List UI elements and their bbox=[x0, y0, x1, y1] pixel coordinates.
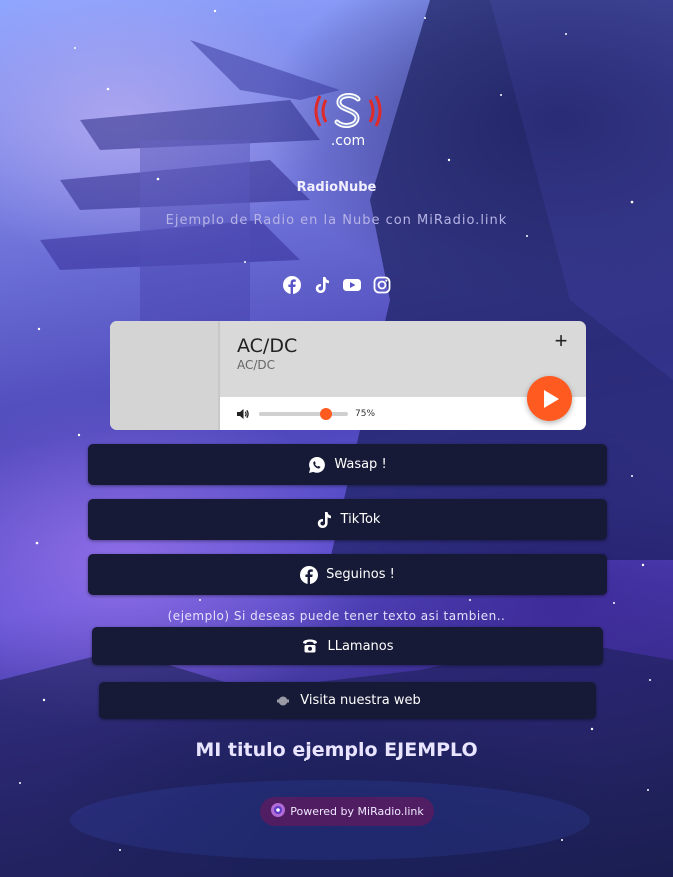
facebook-icon[interactable] bbox=[282, 276, 301, 294]
footer-title: MI titulo ejemplo EJEMPLO bbox=[195, 739, 478, 761]
tiktok-icon[interactable] bbox=[313, 276, 331, 294]
page: .com RadioNube Ejemplo de Radio en la Nu… bbox=[0, 0, 673, 877]
tiktok-button[interactable]: TikTok bbox=[88, 499, 607, 540]
volume-slider[interactable] bbox=[259, 408, 348, 420]
note-text: (ejemplo) Si deseas puede tener texto as… bbox=[167, 609, 506, 623]
phone-icon bbox=[301, 637, 319, 655]
miradio-logo-icon bbox=[270, 802, 286, 821]
website-button[interactable]: Visita nuestra web bbox=[99, 682, 596, 719]
radio-waves-logo-icon bbox=[314, 93, 382, 128]
facebook-icon bbox=[300, 565, 319, 584]
logo-subtitle: .com bbox=[330, 133, 366, 149]
powered-by-link[interactable]: Powered by MiRadio.link bbox=[260, 797, 434, 826]
album-cover bbox=[110, 321, 220, 430]
track-title: AC/DC bbox=[237, 335, 298, 357]
whatsapp-icon bbox=[308, 456, 326, 474]
volume-handle[interactable] bbox=[319, 408, 332, 420]
station-logo: .com bbox=[308, 90, 388, 154]
tiktok-label: TikTok bbox=[340, 512, 381, 527]
volume-percent: 75% bbox=[355, 409, 376, 419]
call-label: LLamanos bbox=[327, 638, 394, 654]
call-button[interactable]: LLamanos bbox=[92, 627, 603, 665]
facebook-button[interactable]: Seguinos ! bbox=[88, 554, 607, 595]
instagram-icon[interactable] bbox=[373, 276, 391, 294]
whatsapp-button[interactable]: Wasap ! bbox=[88, 444, 607, 485]
web-icon bbox=[274, 692, 292, 710]
station-name: RadioNube bbox=[296, 180, 377, 195]
play-button[interactable] bbox=[527, 376, 572, 421]
add-button[interactable]: + bbox=[550, 329, 572, 353]
whatsapp-label: Wasap ! bbox=[334, 457, 387, 472]
powered-by-label: Powered by MiRadio.link bbox=[290, 805, 424, 818]
volume-icon[interactable] bbox=[236, 407, 250, 421]
social-icons bbox=[0, 276, 673, 294]
volume-fill bbox=[259, 412, 326, 416]
tiktok-icon bbox=[315, 511, 333, 529]
youtube-icon[interactable] bbox=[342, 276, 361, 294]
station-tagline: Ejemplo de Radio en la Nube con MiRadio.… bbox=[165, 213, 508, 228]
play-icon bbox=[544, 390, 559, 408]
facebook-label: Seguinos ! bbox=[326, 567, 395, 582]
website-label: Visita nuestra web bbox=[300, 693, 421, 708]
radio-player: AC/DC AC/DC + 75% bbox=[110, 321, 586, 430]
track-artist: AC/DC bbox=[237, 358, 276, 372]
